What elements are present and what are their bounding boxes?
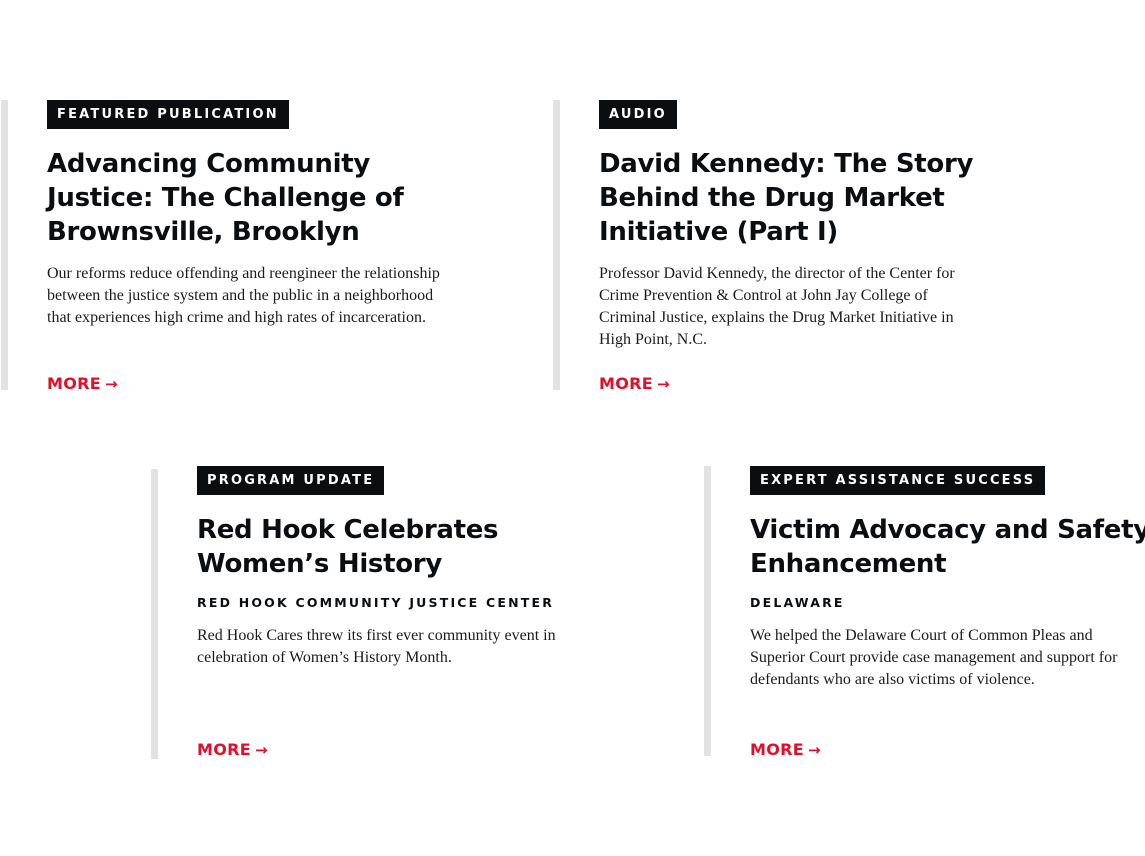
card-title[interactable]: Advancing Community Justice: The Challen… bbox=[47, 147, 457, 249]
more-label: MORE bbox=[750, 740, 804, 759]
card-expert-assistance: EXPERT ASSISTANCE SUCCESS Victim Advocac… bbox=[704, 466, 1145, 759]
more-label: MORE bbox=[599, 374, 653, 393]
card-program-update: PROGRAM UPDATE Red Hook Celebrates Women… bbox=[151, 466, 651, 759]
category-tag: PROGRAM UPDATE bbox=[197, 466, 385, 495]
more-label: MORE bbox=[197, 740, 251, 759]
more-label: MORE bbox=[47, 374, 101, 393]
card-description: Our reforms reduce offending and reengin… bbox=[47, 265, 440, 326]
card-description: Professor David Kennedy, the director of… bbox=[599, 265, 955, 348]
card-description: Red Hook Cares threw its first ever comm… bbox=[197, 627, 556, 666]
arrow-right-icon: → bbox=[104, 375, 118, 393]
arrow-right-icon: → bbox=[254, 741, 268, 759]
arrow-right-icon: → bbox=[807, 741, 821, 759]
card-title[interactable]: Victim Advocacy and Safety Enhancement bbox=[750, 513, 1145, 581]
category-tag: FEATURED PUBLICATION bbox=[47, 100, 289, 129]
arrow-right-icon: → bbox=[656, 375, 670, 393]
category-tag: AUDIO bbox=[599, 100, 677, 129]
card-audio: AUDIO David Kennedy: The Story Behind th… bbox=[553, 100, 1053, 393]
card-title[interactable]: David Kennedy: The Story Behind the Drug… bbox=[599, 147, 979, 249]
card-title[interactable]: Red Hook Celebrates Women’s History bbox=[197, 513, 527, 581]
card-featured-publication: FEATURED PUBLICATION Advancing Community… bbox=[1, 100, 501, 393]
more-link[interactable]: MORE → bbox=[47, 374, 118, 393]
more-link[interactable]: MORE → bbox=[599, 374, 670, 393]
card-subtitle: DELAWARE bbox=[750, 595, 845, 610]
card-description: We helped the Delaware Court of Common P… bbox=[750, 627, 1118, 688]
card-subtitle: RED HOOK COMMUNITY JUSTICE CENTER bbox=[197, 595, 555, 610]
more-link[interactable]: MORE → bbox=[197, 740, 268, 759]
more-link[interactable]: MORE → bbox=[750, 740, 821, 759]
category-tag: EXPERT ASSISTANCE SUCCESS bbox=[750, 466, 1046, 495]
